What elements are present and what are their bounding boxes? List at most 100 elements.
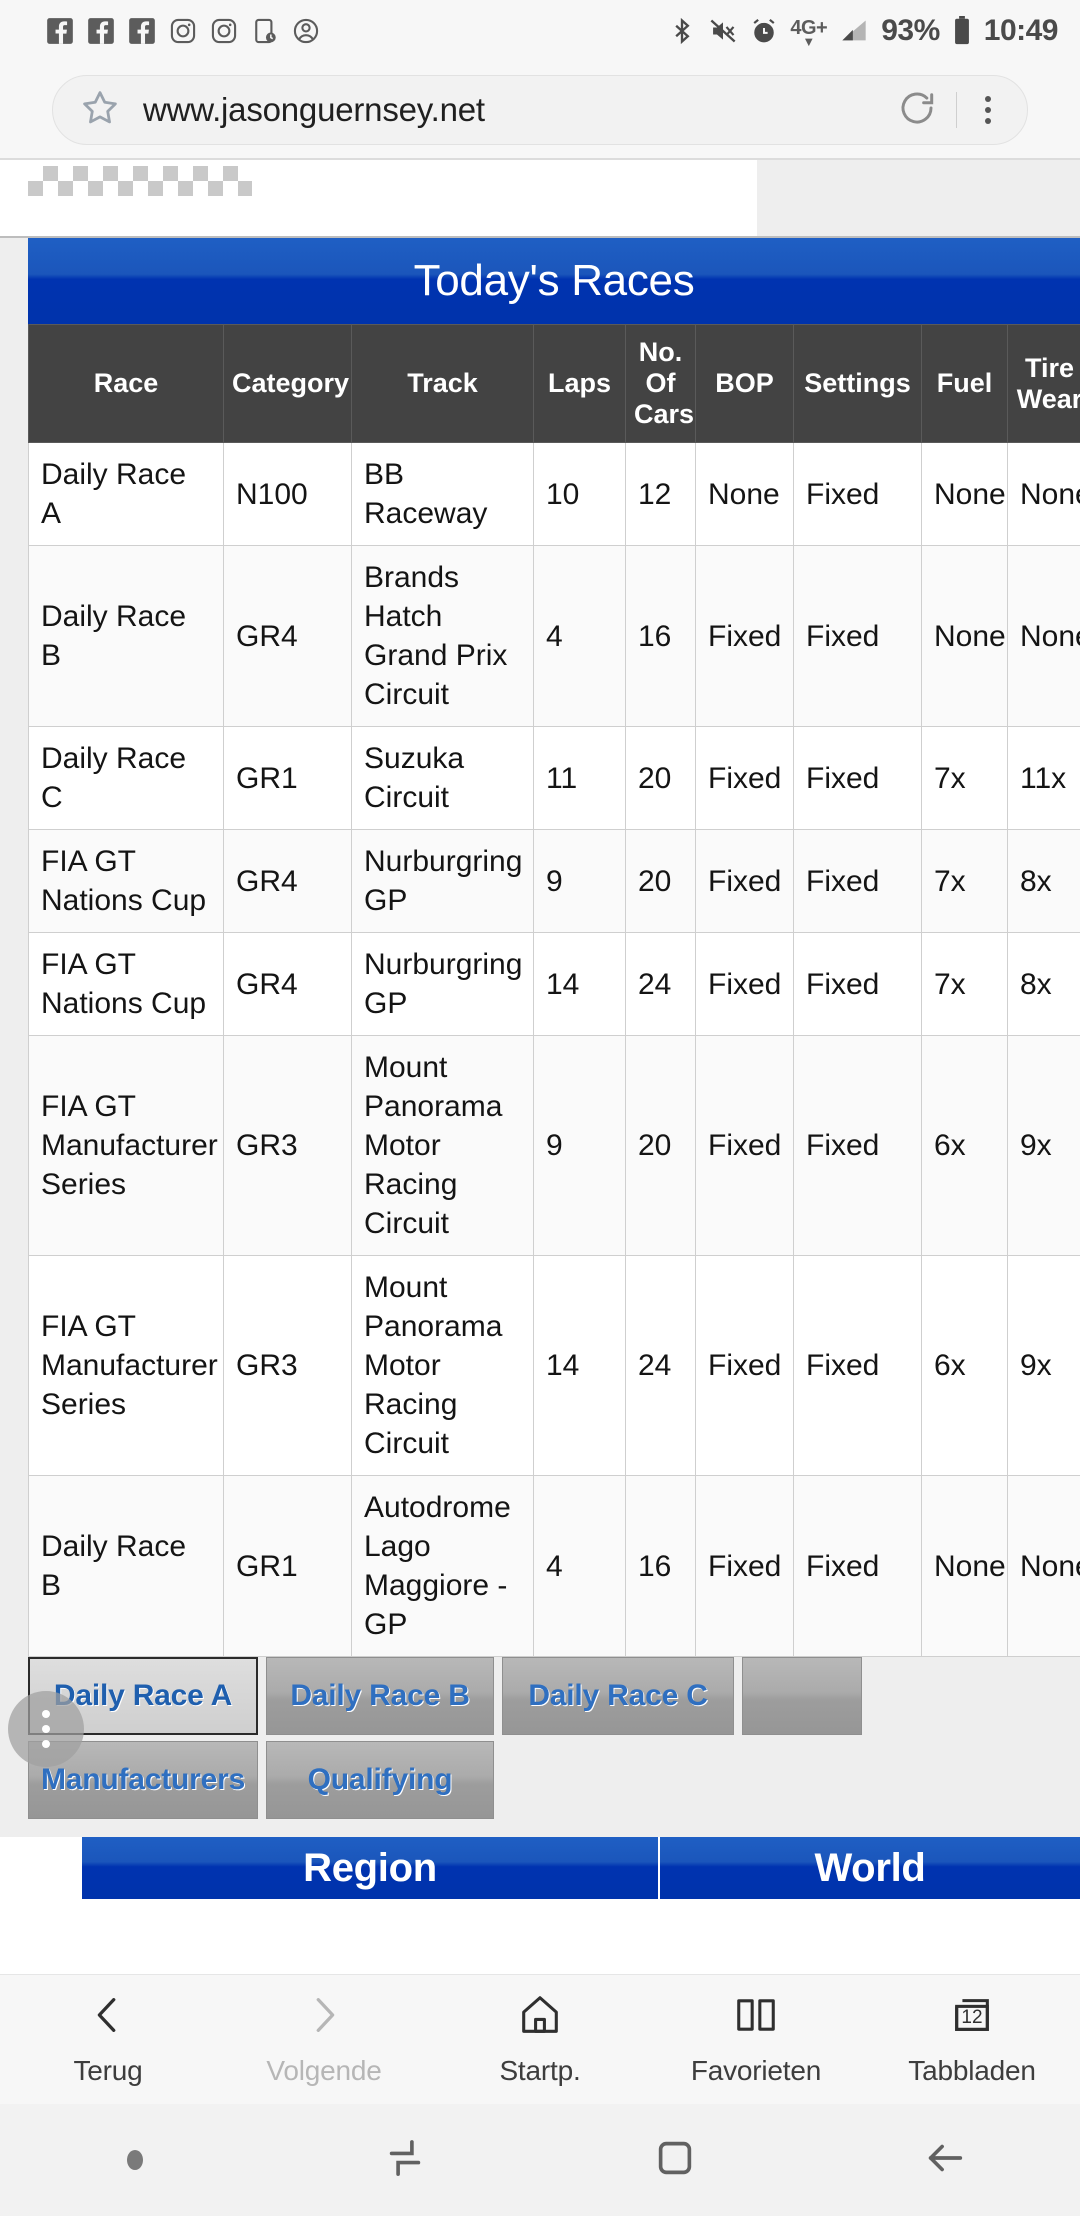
tab-qualifying[interactable]: Qualifying [266,1741,494,1820]
cell-settings: Fixed [793,1475,922,1658]
cell-bop: Fixed [695,545,794,728]
cell-settings: Fixed [793,726,922,831]
cell-laps: 11 [533,726,626,831]
nav-tabs-button[interactable]: 12 Tabbladen [864,1992,1080,2087]
cell-laps: 9 [533,829,626,934]
cars-line-3: Cars [634,399,695,430]
back-arrow-icon [922,2135,968,2186]
cell-tire-wear: None [1007,442,1080,547]
cell-cars: 16 [625,545,696,728]
system-home-button[interactable] [540,2135,810,2186]
web-page-viewport: Today's Races Race Category Track Laps N… [0,158,1080,1974]
column-header-fuel[interactable]: Fuel [921,324,1008,444]
cell-fuel: None [921,1475,1008,1658]
cell-bop: Fixed [695,1035,794,1257]
table-head: Race Category Track Laps No. Of Cars BOP… [28,324,1080,444]
cars-line-1: No. [638,337,683,367]
nav-back-label: Terug [73,2055,143,2086]
tire-line-2: Wear [1016,383,1080,414]
cell-tire-wear: None [1007,1475,1080,1658]
column-header-cars[interactable]: No. Of Cars [625,324,696,444]
cell-settings: Fixed [793,1035,922,1257]
cell-category: GR3 [223,1255,352,1477]
android-system-nav [0,2104,1080,2216]
cell-laps: 9 [533,1035,626,1257]
bluetooth-icon [668,17,696,45]
table-row: Daily Race A N100 BB Raceway 10 12 None Fixed N… [28,442,1080,547]
cell-category: N100 [223,442,352,547]
data-arrow-icon: ▼ [802,33,816,49]
reload-icon[interactable] [896,87,938,134]
table-wrapper: Race Category Track Laps No. Of Cars BOP… [0,324,1080,1658]
cell-category: GR4 [223,829,352,934]
cell-cars: 20 [625,829,696,934]
device-clock-icon [251,17,279,45]
menu-dot-icon [127,2150,143,2170]
table-row: Daily Race C GR1 Suzuka Circuit 11 20 Fixed Fi… [28,726,1080,831]
cell-settings: Fixed [793,932,922,1037]
facebook-icon [87,17,115,45]
cell-race: Daily Race B [28,1475,224,1658]
chevron-left-icon [85,1992,131,2043]
system-back-button[interactable] [810,2135,1080,2186]
cell-cars: 16 [625,1475,696,1658]
region-left-spacer [28,1837,82,1900]
star-icon[interactable] [79,87,121,134]
page-header-strip [0,160,1080,238]
page-title: Today's Races [28,238,1080,324]
checkered-flag-graphic [28,166,252,196]
tab-daily-race-b[interactable]: Daily Race B [266,1657,494,1736]
floating-drag-handle[interactable] [8,1691,84,1768]
nav-forward-button[interactable]: Volgende [216,1992,432,2087]
bookmarks-icon [733,1992,779,2043]
table-body: Daily Race A N100 BB Raceway 10 12 None Fixed N… [28,442,1080,1658]
status-bar: 4G+ ▼ 93% 10:49 [0,0,1080,62]
cell-fuel: 6x [921,1035,1008,1257]
column-header-category[interactable]: Category [223,324,352,444]
cell-tire-wear: 9x [1007,1255,1080,1477]
cell-tire-wear: 11x [1007,726,1080,831]
tab-overflow[interactable] [742,1657,862,1736]
cell-race: FIA GT Manufacturer Series [28,1255,224,1477]
system-dot-indicator[interactable] [0,2150,270,2170]
cell-laps: 10 [533,442,626,547]
cell-laps: 4 [533,545,626,728]
tabs-row-primary: Daily Race A Daily Race B Daily Race C [0,1657,1080,1736]
cell-track: Autodrome Lago Maggiore - GP [351,1475,534,1658]
cell-cars: 24 [625,932,696,1037]
tabs-icon: 12 [949,1992,995,2043]
recents-icon [382,2135,428,2186]
status-notification-icons [46,17,320,45]
cell-track: Mount Panorama Motor Racing Circuit [351,1255,534,1477]
system-recents-button[interactable] [270,2135,540,2186]
cell-fuel: 7x [921,932,1008,1037]
table-row: Daily Race B GR4 Brands Hatch Grand Prix C… [28,545,1080,728]
nav-home-button[interactable]: Startp. [432,1992,648,2087]
column-header-laps[interactable]: Laps [533,324,626,444]
column-header-tire-wear[interactable]: Tire Wear [1007,324,1080,444]
column-header-bop[interactable]: BOP [695,324,794,444]
cell-tire-wear: 8x [1007,932,1080,1037]
nav-back-button[interactable]: Terug [0,1992,216,2087]
overflow-menu-icon[interactable] [975,90,1001,130]
tab-daily-race-c[interactable]: Daily Race C [502,1657,734,1736]
banner-left-gutter [0,238,28,324]
account-icon [292,17,320,45]
table-left-gutter [0,324,28,1658]
cell-race: FIA GT Nations Cup [28,932,224,1037]
cell-bop: Fixed [695,1255,794,1477]
column-header-track[interactable]: Track [351,324,534,444]
header-grey-panel [757,160,1080,238]
cell-track: BB Raceway [351,442,534,547]
cell-race: Daily Race C [28,726,224,831]
omnibox[interactable]: www.jasonguernsey.net [52,75,1028,145]
region-header-world: World [660,1837,1080,1900]
url-text[interactable]: www.jasonguernsey.net [143,91,886,129]
column-header-settings[interactable]: Settings [793,324,922,444]
battery-icon [952,16,972,46]
column-header-race[interactable]: Race [28,324,224,444]
nav-bookmarks-button[interactable]: Favorieten [648,1992,864,2087]
table-scroll-area[interactable]: Race Category Track Laps No. Of Cars BOP… [28,324,1080,1658]
cell-laps: 14 [533,1255,626,1477]
cell-laps: 14 [533,932,626,1037]
